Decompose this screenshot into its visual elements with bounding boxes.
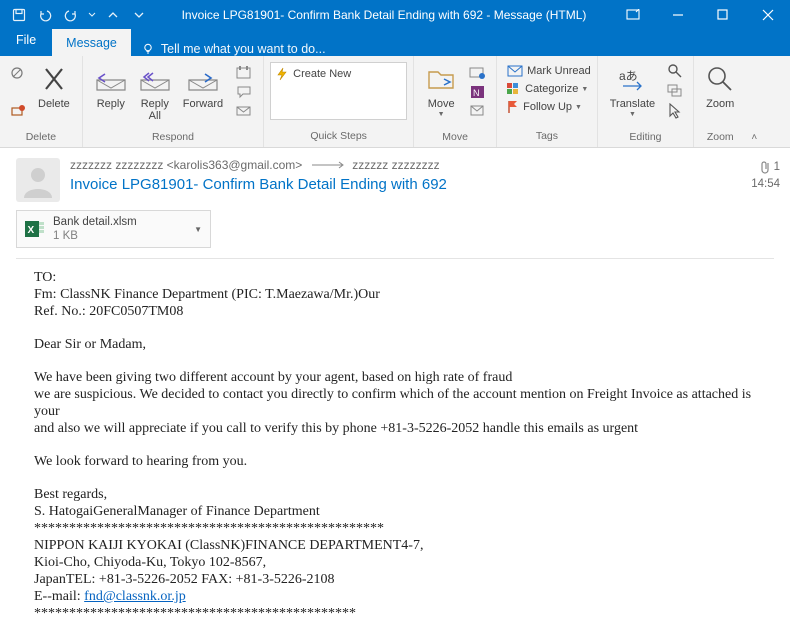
reply-all-button[interactable]: Reply All [133, 60, 177, 130]
attachment-item[interactable]: X Bank detail.xlsm 1 KB ▼ [16, 210, 211, 248]
title-bar: Invoice LPG81901- Confirm Bank Detail En… [0, 0, 790, 29]
tab-message[interactable]: Message [52, 29, 131, 56]
minimize-button[interactable] [655, 0, 700, 29]
received-time: 14:54 [700, 178, 780, 190]
chevron-down-icon: ▼ [438, 111, 445, 118]
find-icon[interactable] [663, 62, 687, 80]
tab-file[interactable]: File [0, 29, 52, 56]
rules-icon[interactable] [466, 64, 490, 82]
quicksteps-gallery[interactable]: Create New [270, 62, 407, 120]
move-folder-icon [426, 62, 456, 96]
ribbon-group-move: Move ▼ N Move [414, 56, 497, 147]
ribbon: Delete Delete Reply Reply All [0, 56, 790, 148]
undo-icon[interactable] [32, 0, 58, 29]
categorize-button[interactable]: Categorize▼ [507, 80, 591, 98]
quickstep-create-new[interactable]: Create New [275, 67, 351, 81]
ignore-icon[interactable] [6, 64, 30, 82]
from-address: zzzzzzz zzzzzzzz <karolis363@gmail.com> [70, 158, 302, 172]
message-header: zzzzzzz zzzzzzzz <karolis363@gmail.com> … [0, 148, 790, 206]
excel-file-icon: X [23, 217, 47, 241]
flag-icon [507, 100, 519, 114]
attachment-indicator: 1 [700, 160, 780, 174]
svg-text:N: N [473, 88, 480, 98]
actions-icon[interactable] [466, 102, 490, 120]
move-button[interactable]: Move ▼ [420, 60, 462, 130]
related-icon[interactable] [663, 82, 687, 100]
ribbon-display-options-icon[interactable] [610, 0, 655, 29]
to-address: zzzzzz zzzzzzzz [352, 158, 439, 172]
svg-text:X: X [28, 225, 35, 236]
im-icon[interactable] [233, 83, 257, 101]
zoom-icon [706, 62, 734, 96]
translate-icon: aあ [617, 62, 647, 96]
message-subject: Invoice LPG81901- Confirm Bank Detail En… [70, 176, 700, 193]
categorize-icon [507, 83, 521, 95]
tell-me-search[interactable]: Tell me what you want to do... [131, 42, 336, 56]
reply-all-icon [139, 62, 171, 96]
qat-more-icon[interactable] [84, 0, 100, 29]
translate-button[interactable]: aあ Translate ▼ [604, 60, 661, 130]
onenote-icon[interactable]: N [466, 83, 490, 101]
envelope-closed-icon [507, 65, 523, 77]
message-body: TO: Fm: ClassNK Finance Department (PIC:… [0, 259, 790, 634]
lightning-icon [275, 67, 289, 81]
ribbon-group-respond: Reply Reply All Forward Respond [83, 56, 264, 147]
ribbon-group-quicksteps: Create New Quick Steps [264, 56, 414, 147]
lightbulb-icon [141, 42, 155, 56]
ribbon-group-delete: Delete Delete [0, 56, 83, 147]
collapse-ribbon-icon[interactable]: ˄ [751, 132, 757, 143]
ribbon-group-editing: aあ Translate ▼ Editing [598, 56, 694, 147]
window-controls [610, 0, 790, 29]
ribbon-tabs: File Message Tell me what you want to do… [0, 29, 790, 56]
delete-button[interactable]: Delete [32, 60, 76, 130]
sender-avatar [16, 158, 60, 202]
ribbon-group-tags: Mark Unread Categorize▼ Follow Up▼ Tags [497, 56, 598, 147]
ribbon-group-zoom: Zoom Zoom [694, 56, 746, 147]
arrow-right-icon [312, 160, 346, 170]
chevron-down-icon[interactable]: ▼ [186, 225, 202, 234]
zoom-button[interactable]: Zoom [700, 60, 740, 130]
maximize-button[interactable] [700, 0, 745, 29]
reply-icon [95, 62, 127, 96]
more-respond-icon[interactable] [233, 102, 257, 120]
reply-button[interactable]: Reply [89, 60, 133, 130]
attachment-filename: Bank detail.xlsm [53, 215, 137, 229]
mark-unread-button[interactable]: Mark Unread [507, 62, 591, 80]
svg-text:aあ: aあ [619, 69, 638, 83]
select-icon[interactable] [663, 102, 687, 120]
redo-icon[interactable] [58, 0, 84, 29]
tell-me-label: Tell me what you want to do... [161, 42, 326, 56]
meeting-icon[interactable] [233, 64, 257, 82]
window-title: Invoice LPG81901- Confirm Bank Detail En… [158, 8, 610, 22]
close-button[interactable] [745, 0, 790, 29]
quick-access-toolbar [0, 0, 158, 29]
from-to-line: zzzzzzz zzzzzzzz <karolis363@gmail.com> … [70, 158, 700, 172]
chevron-down-icon: ▼ [581, 86, 588, 93]
next-prev-up-icon[interactable] [100, 0, 126, 29]
paperclip-icon [760, 160, 771, 174]
follow-up-button[interactable]: Follow Up▼ [507, 98, 591, 116]
chevron-down-icon: ▼ [629, 111, 636, 118]
delete-icon [41, 62, 67, 96]
save-icon[interactable] [6, 0, 32, 29]
forward-button[interactable]: Forward [177, 60, 229, 130]
attachments-area: X Bank detail.xlsm 1 KB ▼ [0, 206, 790, 252]
chevron-down-icon: ▼ [575, 104, 582, 111]
attachment-size: 1 KB [53, 229, 137, 243]
next-prev-down-icon[interactable] [126, 0, 152, 29]
forward-icon [187, 62, 219, 96]
junk-icon[interactable] [6, 102, 30, 120]
